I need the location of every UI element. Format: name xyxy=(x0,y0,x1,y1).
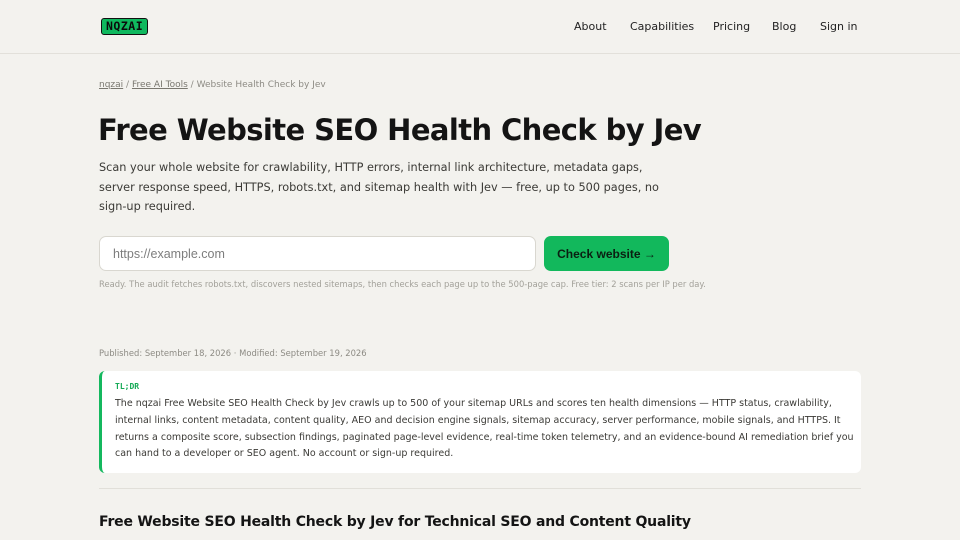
website-url-input[interactable] xyxy=(99,236,536,271)
page-title: Free Website SEO Health Check by Jev xyxy=(98,113,702,147)
nav-about-link[interactable]: About xyxy=(574,20,607,33)
publish-dates: Published: September 18, 2026 · Modified… xyxy=(99,348,367,358)
nav-pricing-link[interactable]: Pricing xyxy=(713,20,750,33)
breadcrumb-current: Website Health Check by Jev xyxy=(196,80,326,90)
breadcrumb-separator: / xyxy=(190,80,194,90)
check-website-button[interactable]: Check website → xyxy=(544,236,669,271)
modified-label: Modified: xyxy=(239,348,278,358)
breadcrumb: nqzai / Free AI Tools / Website Health C… xyxy=(99,80,326,90)
nav-capabilities-link[interactable]: Capabilities xyxy=(630,20,694,33)
nav-sign-in-link[interactable]: Sign in xyxy=(820,20,858,33)
breadcrumb-link-home[interactable]: nqzai xyxy=(99,80,123,90)
meta-separator: · xyxy=(233,348,237,358)
section-divider xyxy=(99,488,861,489)
modified-date: September 19, 2026 xyxy=(280,348,367,358)
page-intro: Scan your whole website for crawlability… xyxy=(99,161,659,213)
top-navigation-bar: NQZAI About Capabilities Pricing Blog Si… xyxy=(0,0,960,54)
tldr-body: The nqzai Free Website SEO Health Check … xyxy=(115,398,854,460)
scan-status-text: Ready. The audit fetches robots.txt, dis… xyxy=(99,279,706,289)
published-label: Published: xyxy=(99,348,143,358)
main-nav: About Capabilities Pricing Blog Sign in xyxy=(0,20,960,36)
section-heading: Free Website SEO Health Check by Jev for… xyxy=(99,514,691,530)
published-date: September 18, 2026 xyxy=(144,348,232,358)
tldr-card: TL;DR The nqzai Free Website SEO Health … xyxy=(99,371,861,473)
breadcrumb-link-free-ai-tools[interactable]: Free AI Tools xyxy=(132,80,188,90)
breadcrumb-separator: / xyxy=(126,80,130,90)
tldr-label: TL;DR xyxy=(115,382,140,391)
nav-blog-link[interactable]: Blog xyxy=(772,20,796,33)
